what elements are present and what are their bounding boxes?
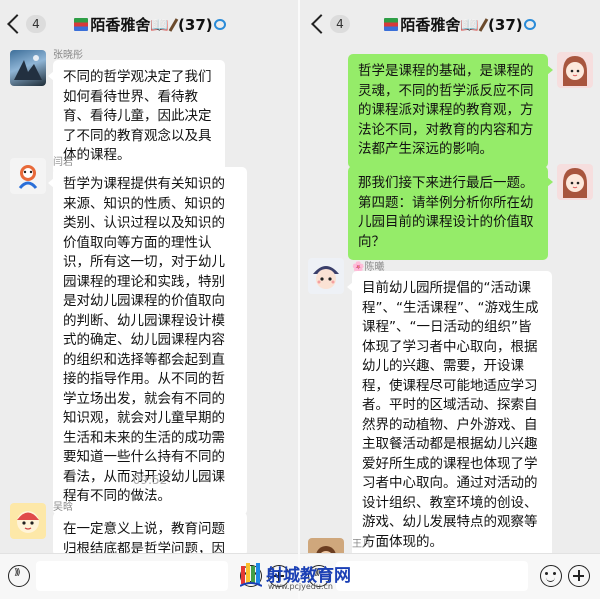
member-count: (37) <box>488 16 523 34</box>
sender-name: 闫岩 <box>53 157 73 168</box>
chat-header: 4 陌香雅舍📖 (37) <box>0 0 300 52</box>
timestamp: 09:52 <box>132 473 168 487</box>
message-bubble[interactable]: 不同的哲学观决定了我们如何看待世界、看待教育、看待儿童，因此决定了不同的教育观念… <box>48 60 225 174</box>
sender-name: 吴晗 <box>53 502 73 513</box>
watermark-url: www.pcjyedu.cn <box>268 582 333 591</box>
group-title[interactable]: 陌香雅舍📖 (37) <box>320 14 600 35</box>
books-icon <box>384 18 399 31</box>
watermark-logo <box>240 563 262 587</box>
avatar[interactable] <box>10 503 46 539</box>
avatar[interactable] <box>308 258 344 294</box>
message-bubble-self[interactable]: 那我们接下来进行最后一题。第四题：请举例分析你所在幼儿园目前的课程设计的价值取向… <box>348 166 553 260</box>
chat-screen-right: 4 陌香雅舍📖 (37) 哲学是课程的基础，是课程的灵魂，不同的哲学派反应不同的课… <box>300 0 600 599</box>
avatar[interactable] <box>10 50 46 86</box>
message-bubble-self[interactable]: 哲学是课程的基础，是课程的灵魂，不同的哲学派反应不同的课程派对课程的教育观，方法… <box>348 54 553 168</box>
site-watermark: 射城教育网 www.pcjyedu.cn <box>240 558 370 598</box>
message-bubble[interactable]: 目前幼儿园所提倡的“活动课程”、“生活课程”、“游戏生成课程”、“一日活动的组织… <box>347 271 552 560</box>
sender-name: 张晓彤 <box>53 50 83 61</box>
group-name: 陌香雅舍 <box>400 16 461 34</box>
avatar-self[interactable] <box>557 52 593 88</box>
group-name: 陌香雅舍 <box>90 16 151 34</box>
group-title[interactable]: 陌香雅舍📖 (37) <box>0 14 300 35</box>
avatar[interactable] <box>10 158 46 194</box>
sender-name: 王凡 <box>352 539 372 550</box>
chat-screen-left: 4 陌香雅舍📖 (37) 张晓彤 不同的哲学观决定了我们如何看待世界、看待教育、看… <box>0 0 300 599</box>
chat-bubble-icon <box>523 19 536 30</box>
voice-icon[interactable] <box>8 565 30 587</box>
message-bubble[interactable]: 在一定意义上说，教育问题归根结底都是哲学问题，因此教 <box>53 512 247 556</box>
brush-icon <box>478 18 489 32</box>
message-input[interactable] <box>36 561 228 591</box>
emoji-icon[interactable] <box>540 565 562 587</box>
books-icon <box>74 18 89 31</box>
chat-header: 4 陌香雅舍📖 (37) <box>300 0 600 52</box>
avatar-self[interactable] <box>557 164 593 200</box>
brush-icon <box>168 18 179 32</box>
message-bubble[interactable]: 哲学为课程提供有关知识的来源、知识的性质、知识的类别、认识过程以及知识的价值取向… <box>48 167 247 515</box>
plus-icon[interactable] <box>568 565 590 587</box>
member-count: (37) <box>178 16 213 34</box>
chat-bubble-icon <box>213 19 226 30</box>
